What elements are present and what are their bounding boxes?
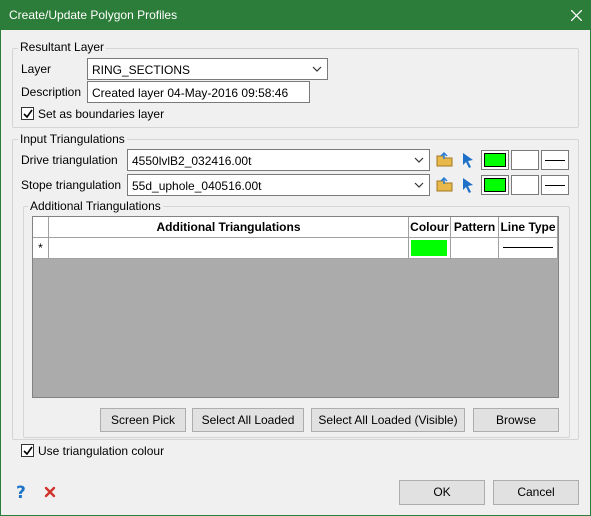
title-bar: Create/Update Polygon Profiles <box>0 0 591 30</box>
pointer-arrow-icon <box>463 178 473 193</box>
stope-pattern-swatch[interactable] <box>511 175 539 195</box>
help-button[interactable]: ? <box>12 482 32 503</box>
chevron-down-icon <box>414 157 424 163</box>
drive-pick-button[interactable] <box>458 150 478 170</box>
stope-triangulation-combo[interactable]: 55d_uphole_040516.00t <box>127 174 430 196</box>
select-all-loaded-visible-button[interactable]: Select All Loaded (Visible) <box>311 408 465 432</box>
use-triangulation-colour-checkbox[interactable] <box>21 444 34 457</box>
additional-triangulations-grid[interactable]: Additional Triangulations Colour Pattern… <box>32 216 559 398</box>
chevron-down-icon <box>414 182 424 188</box>
column-header-line-type[interactable]: Line Type <box>499 217 558 238</box>
description-field[interactable]: Created layer 04-May-2016 09:58:46 <box>87 81 310 103</box>
layer-combo[interactable]: RING_SECTIONS <box>87 58 328 80</box>
new-row-colour-cell[interactable] <box>409 238 451 259</box>
new-row-pattern-cell[interactable] <box>451 238 499 259</box>
drive-triangulation-value: 4550lvlB2_032416.00t <box>132 154 252 168</box>
resultant-layer-group-label: Resultant Layer <box>18 40 107 54</box>
close-icon <box>571 10 582 21</box>
folder-icon <box>436 176 453 192</box>
description-value: Created layer 04-May-2016 09:58:46 <box>92 86 289 100</box>
screen-pick-button[interactable]: Screen Pick <box>100 408 186 432</box>
stope-colour-swatch[interactable] <box>481 175 509 195</box>
new-row-triangulation-cell[interactable] <box>49 238 409 259</box>
solid-line-icon <box>545 185 565 186</box>
drive-colour-swatch[interactable] <box>481 150 509 170</box>
drive-browse-folder-button[interactable] <box>435 150 455 170</box>
select-all-loaded-button[interactable]: Select All Loaded <box>192 408 304 432</box>
stope-triangulation-value: 55d_uphole_040516.00t <box>132 179 262 193</box>
drive-pattern-swatch[interactable] <box>511 150 539 170</box>
solid-line-icon <box>503 247 553 248</box>
ok-button[interactable]: OK <box>399 480 485 505</box>
close-button[interactable] <box>561 0 591 30</box>
use-triangulation-colour-label: Use triangulation colour <box>38 444 165 458</box>
pointer-arrow-icon <box>463 153 473 168</box>
browse-button[interactable]: Browse <box>473 408 559 432</box>
solid-line-icon <box>545 160 565 161</box>
drive-triangulation-label: Drive triangulation <box>21 153 118 167</box>
drive-colour-fill <box>484 153 506 167</box>
window-title: Create/Update Polygon Profiles <box>9 8 178 22</box>
layer-value: RING_SECTIONS <box>92 63 191 77</box>
description-label: Description <box>21 85 82 99</box>
stope-browse-folder-button[interactable] <box>435 175 455 195</box>
folder-icon <box>436 151 453 167</box>
stope-triangulation-label: Stope triangulation <box>21 178 122 192</box>
cancel-button[interactable]: Cancel <box>493 480 579 505</box>
boundaries-layer-checkbox[interactable] <box>21 107 34 120</box>
help-icon: ? <box>16 483 26 503</box>
layer-label: Layer <box>21 62 52 76</box>
cancel-icon-button[interactable] <box>40 482 60 502</box>
chevron-down-icon <box>312 66 322 72</box>
drive-triangulation-combo[interactable]: 4550lvlB2_032416.00t <box>127 149 430 171</box>
stope-linetype-swatch[interactable] <box>541 175 569 195</box>
new-row-colour-swatch <box>411 240 447 256</box>
svg-text:?: ? <box>16 483 26 502</box>
new-row-marker: * <box>33 238 49 259</box>
input-triangulations-group-label: Input Triangulations <box>18 132 127 146</box>
row-header-corner <box>33 217 49 238</box>
checkmark-icon <box>23 446 33 456</box>
boundaries-layer-label: Set as boundaries layer <box>38 107 165 121</box>
column-header-colour[interactable]: Colour <box>409 217 451 238</box>
column-header-triangulations[interactable]: Additional Triangulations <box>49 217 409 238</box>
drive-linetype-swatch[interactable] <box>541 150 569 170</box>
checkmark-icon <box>23 109 33 119</box>
red-x-icon <box>44 486 56 498</box>
stope-pick-button[interactable] <box>458 175 478 195</box>
additional-triangulations-group-label: Additional Triangulations <box>28 199 163 213</box>
stope-colour-fill <box>484 178 506 192</box>
new-row-linetype-cell[interactable] <box>499 238 558 259</box>
column-header-pattern[interactable]: Pattern <box>451 217 499 238</box>
